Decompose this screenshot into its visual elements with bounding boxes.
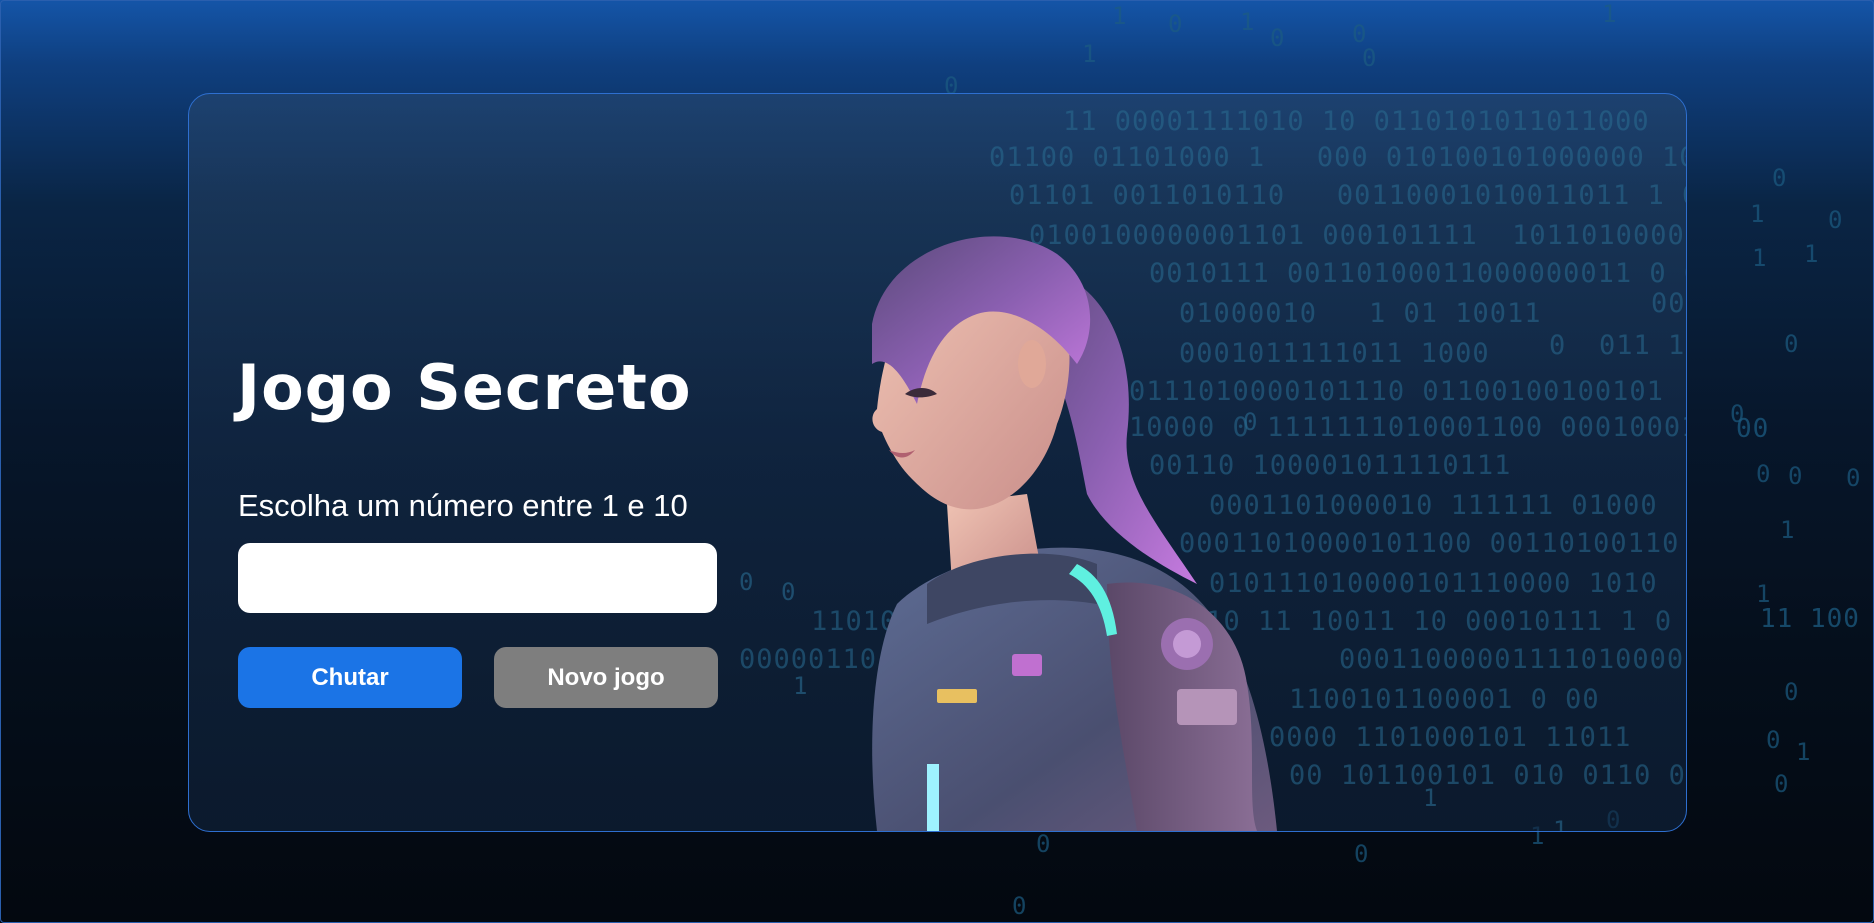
avatar-illustration [872, 236, 1277, 831]
game-card: 11 00001111010 10 0110101011011000 01100… [188, 93, 1687, 832]
guess-button[interactable]: Chutar [238, 647, 462, 708]
new-game-button[interactable]: Novo jogo [494, 647, 718, 708]
guess-input[interactable] [238, 543, 717, 613]
page-title: Jogo Secreto [237, 351, 692, 424]
instruction-text: Escolha um número entre 1 e 10 [238, 488, 688, 523]
